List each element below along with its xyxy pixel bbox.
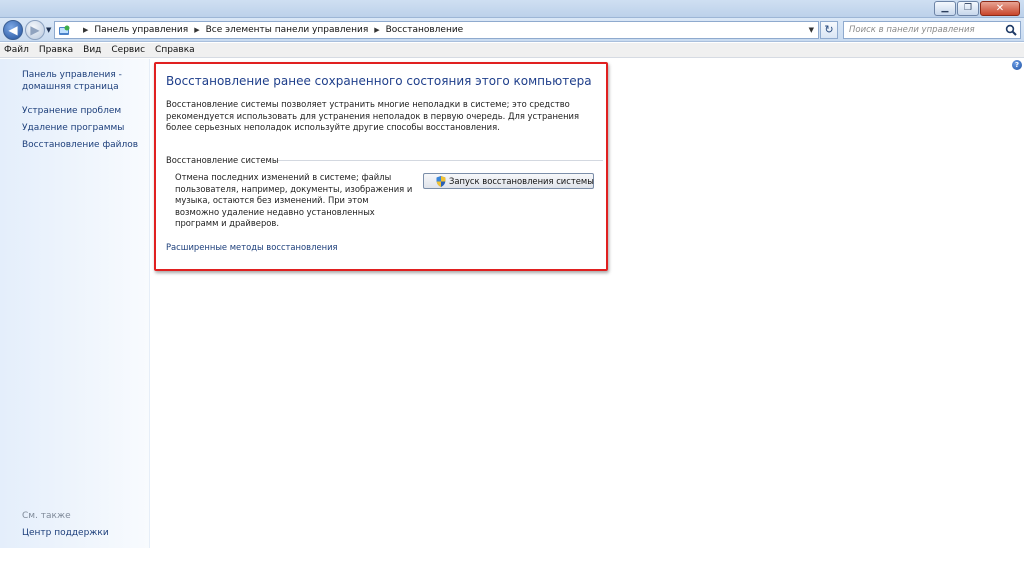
back-button[interactable]: ◀ bbox=[3, 20, 23, 40]
maximize-button[interactable]: ❐ bbox=[957, 1, 979, 16]
search-placeholder: Поиск в панели управления bbox=[849, 25, 975, 35]
sidebar-item-troubleshooting[interactable]: Устранение проблем bbox=[22, 105, 121, 117]
address-row: ◀ ▶ ▼ ▶ Панель управления ▶ Все элементы… bbox=[0, 18, 1024, 42]
refresh-icon: ↻ bbox=[824, 23, 834, 36]
sidebar-home-line2: домашняя страница bbox=[22, 82, 119, 92]
recent-pages-dropdown-icon[interactable]: ▼ bbox=[46, 26, 51, 34]
minimize-icon: ▁ bbox=[941, 3, 949, 13]
breadcrumb-recovery[interactable]: Восстановление bbox=[386, 25, 464, 35]
page-description: Восстановление системы позволяет устрани… bbox=[166, 99, 580, 132]
system-restore-description: Отмена последних изменений в системе; фа… bbox=[175, 172, 413, 229]
close-button[interactable]: ✕ bbox=[980, 1, 1020, 16]
menu-bar: Файл Правка Вид Сервис Справка bbox=[0, 43, 1024, 58]
close-icon: ✕ bbox=[995, 3, 1005, 14]
address-history-dropdown-icon[interactable]: ▼ bbox=[809, 26, 814, 34]
sidebar-item-file-recovery[interactable]: Восстановление файлов bbox=[22, 139, 138, 151]
minimize-button[interactable]: ▁ bbox=[934, 1, 956, 16]
sidebar-home-line1: Панель управления - bbox=[22, 70, 122, 80]
sidebar-item-uninstall-program[interactable]: Удаление программы bbox=[22, 122, 124, 134]
open-system-restore-button[interactable]: Запуск восстановления системы bbox=[423, 173, 594, 189]
breadcrumb: ▶ Панель управления ▶ Все элементы панел… bbox=[77, 22, 463, 38]
address-bar[interactable]: ▶ Панель управления ▶ Все элементы панел… bbox=[54, 21, 819, 39]
maximize-icon: ❐ bbox=[963, 3, 973, 13]
search-input[interactable]: Поиск в панели управления bbox=[843, 21, 1021, 39]
forward-button[interactable]: ▶ bbox=[25, 20, 45, 40]
breadcrumb-control-panel[interactable]: Панель управления bbox=[94, 25, 188, 35]
see-also-heading: См. также bbox=[22, 511, 71, 521]
breadcrumb-all-items[interactable]: Все элементы панели управления bbox=[206, 25, 369, 35]
uac-shield-icon bbox=[436, 175, 446, 187]
advanced-recovery-methods-link[interactable]: Расширенные методы восстановления bbox=[166, 242, 338, 252]
restore-button-label: Запуск восстановления системы bbox=[449, 176, 594, 186]
sidebar-item-support-center[interactable]: Центр поддержки bbox=[22, 527, 109, 539]
highlight-frame bbox=[154, 62, 608, 271]
sidebar-item-home[interactable]: Панель управления - домашняя страница bbox=[22, 69, 122, 93]
page-title: Восстановление ранее сохраненного состоя… bbox=[166, 74, 592, 88]
section-divider bbox=[278, 160, 603, 161]
menu-help[interactable]: Справка bbox=[155, 45, 195, 55]
menu-view[interactable]: Вид bbox=[83, 45, 101, 55]
help-icon[interactable]: ? bbox=[1012, 60, 1022, 70]
title-bar: ▁ ❐ ✕ bbox=[0, 0, 1024, 18]
back-arrow-icon: ◀ bbox=[8, 23, 18, 37]
menu-edit[interactable]: Правка bbox=[39, 45, 73, 55]
forward-arrow-icon: ▶ bbox=[30, 23, 40, 37]
control-panel-icon bbox=[59, 25, 70, 35]
breadcrumb-separator-icon[interactable]: ▶ bbox=[194, 26, 199, 34]
breadcrumb-separator-icon[interactable]: ▶ bbox=[83, 26, 88, 34]
system-restore-section-heading: Восстановление системы bbox=[166, 155, 279, 165]
refresh-button[interactable]: ↻ bbox=[820, 21, 838, 39]
window-controls: ▁ ❐ ✕ bbox=[933, 1, 1020, 16]
sidebar: Панель управления - домашняя страница Ус… bbox=[0, 59, 150, 548]
search-icon[interactable] bbox=[1005, 24, 1017, 36]
menu-tools[interactable]: Сервис bbox=[111, 45, 145, 55]
breadcrumb-separator-icon[interactable]: ▶ bbox=[374, 26, 379, 34]
menu-file[interactable]: Файл bbox=[4, 45, 29, 55]
